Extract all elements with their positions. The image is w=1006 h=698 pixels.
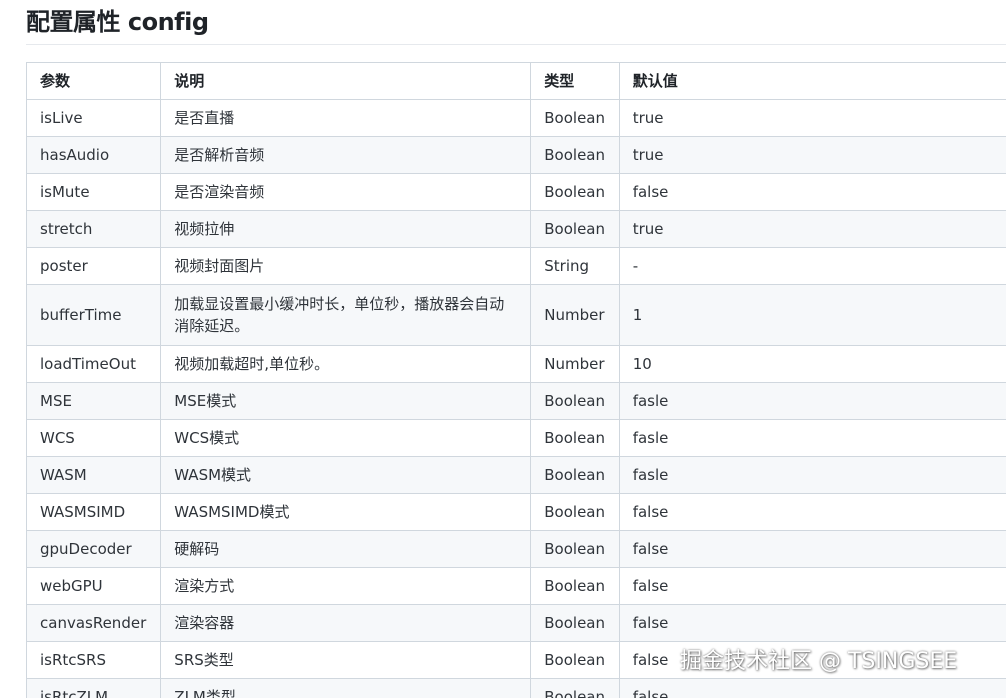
cell-default: fasle	[618, 456, 1006, 494]
heading-divider	[26, 44, 1006, 45]
cell-description: 视频封面图片	[160, 247, 532, 285]
table-row: WASMSIMD WASMSIMD模式 Boolean false	[25, 493, 1006, 531]
cell-type: Boolean	[530, 641, 620, 679]
table-row: loadTimeOut 视频加载超时,单位秒。 Number 10	[25, 345, 1006, 383]
cell-description: ZLM类型	[160, 678, 532, 698]
cell-param: loadTimeOut	[25, 345, 162, 383]
table-row: hasAudio 是否解析音频 Boolean true	[25, 136, 1006, 174]
cell-type: Boolean	[530, 382, 620, 420]
cell-param: isRtcZLM	[25, 678, 162, 698]
cell-param: webGPU	[25, 567, 162, 605]
cell-description: WASM模式	[160, 456, 532, 494]
cell-description: 加载显设置最小缓冲时长，单位秒，播放器会自动消除延迟。	[160, 284, 532, 346]
cell-description: 是否直播	[160, 99, 532, 137]
cell-default: false	[618, 530, 1006, 568]
cell-param: stretch	[25, 210, 162, 248]
cell-type: Boolean	[530, 99, 620, 137]
cell-default: fasle	[618, 419, 1006, 457]
cell-param: isMute	[25, 173, 162, 211]
table-row: WCS WCS模式 Boolean fasle	[25, 419, 1006, 457]
cell-type: Boolean	[530, 456, 620, 494]
cell-description: 视频加载超时,单位秒。	[160, 345, 532, 383]
cell-description: 是否渲染音频	[160, 173, 532, 211]
cell-param: MSE	[25, 382, 162, 420]
table-row: WASM WASM模式 Boolean fasle	[25, 456, 1006, 494]
document-page: 配置属性 config 参数 说明 类型 默认值 isLive 是否直播 Boo…	[0, 0, 1006, 698]
cell-param: bufferTime	[25, 284, 162, 346]
cell-description: WCS模式	[160, 419, 532, 457]
cell-description: 渲染方式	[160, 567, 532, 605]
cell-description: 是否解析音频	[160, 136, 532, 174]
cell-type: Boolean	[530, 210, 620, 248]
cell-param: isLive	[25, 99, 162, 137]
cell-type: Boolean	[530, 136, 620, 174]
cell-default: true	[618, 136, 1006, 174]
cell-type: Boolean	[530, 493, 620, 531]
cell-type: Boolean	[530, 530, 620, 568]
cell-type: Boolean	[530, 419, 620, 457]
header-type: 类型	[530, 62, 620, 100]
cell-default: false	[618, 678, 1006, 698]
cell-param: isRtcSRS	[25, 641, 162, 679]
table-row: stretch 视频拉伸 Boolean true	[25, 210, 1006, 248]
table-row: canvasRender 渲染容器 Boolean false	[25, 604, 1006, 642]
cell-default: -	[618, 247, 1006, 285]
cell-default: 1	[618, 284, 1006, 346]
table-row: isLive 是否直播 Boolean true	[25, 99, 1006, 137]
table-row: isRtcZLM ZLM类型 Boolean false	[25, 678, 1006, 698]
cell-description: 渲染容器	[160, 604, 532, 642]
table-row: gpuDecoder 硬解码 Boolean false	[25, 530, 1006, 568]
header-description: 说明	[160, 62, 532, 100]
config-table: 参数 说明 类型 默认值 isLive 是否直播 Boolean true ha…	[25, 62, 1006, 698]
table-header-row: 参数 说明 类型 默认值	[25, 62, 1006, 100]
cell-default: true	[618, 210, 1006, 248]
cell-param: gpuDecoder	[25, 530, 162, 568]
cell-param: hasAudio	[25, 136, 162, 174]
watermark: 掘金技术社区 @ TSINGSEE	[680, 649, 958, 674]
cell-default: false	[618, 604, 1006, 642]
cell-param: WASMSIMD	[25, 493, 162, 531]
header-param: 参数	[25, 62, 162, 100]
cell-default: 10	[618, 345, 1006, 383]
cell-param: canvasRender	[25, 604, 162, 642]
cell-type: String	[530, 247, 620, 285]
cell-type: Boolean	[530, 678, 620, 698]
table-row: poster 视频封面图片 String -	[25, 247, 1006, 285]
cell-type: Number	[530, 284, 620, 346]
cell-type: Boolean	[530, 604, 620, 642]
cell-type: Boolean	[530, 567, 620, 605]
cell-param: poster	[25, 247, 162, 285]
cell-description: 硬解码	[160, 530, 532, 568]
cell-param: WASM	[25, 456, 162, 494]
cell-type: Number	[530, 345, 620, 383]
table-row: MSE MSE模式 Boolean fasle	[25, 382, 1006, 420]
table-row: webGPU 渲染方式 Boolean false	[25, 567, 1006, 605]
cell-description: SRS类型	[160, 641, 532, 679]
table-row: bufferTime 加载显设置最小缓冲时长，单位秒，播放器会自动消除延迟。 N…	[25, 284, 1006, 346]
cell-description: MSE模式	[160, 382, 532, 420]
cell-default: false	[618, 493, 1006, 531]
cell-default: fasle	[618, 382, 1006, 420]
cell-description: 视频拉伸	[160, 210, 532, 248]
cell-type: Boolean	[530, 173, 620, 211]
cell-default: false	[618, 173, 1006, 211]
table-row: isMute 是否渲染音频 Boolean false	[25, 173, 1006, 211]
cell-description: WASMSIMD模式	[160, 493, 532, 531]
header-default: 默认值	[618, 62, 1006, 100]
cell-param: WCS	[25, 419, 162, 457]
cell-default: true	[618, 99, 1006, 137]
cell-default: false	[618, 567, 1006, 605]
page-title: 配置属性 config	[26, 8, 209, 36]
